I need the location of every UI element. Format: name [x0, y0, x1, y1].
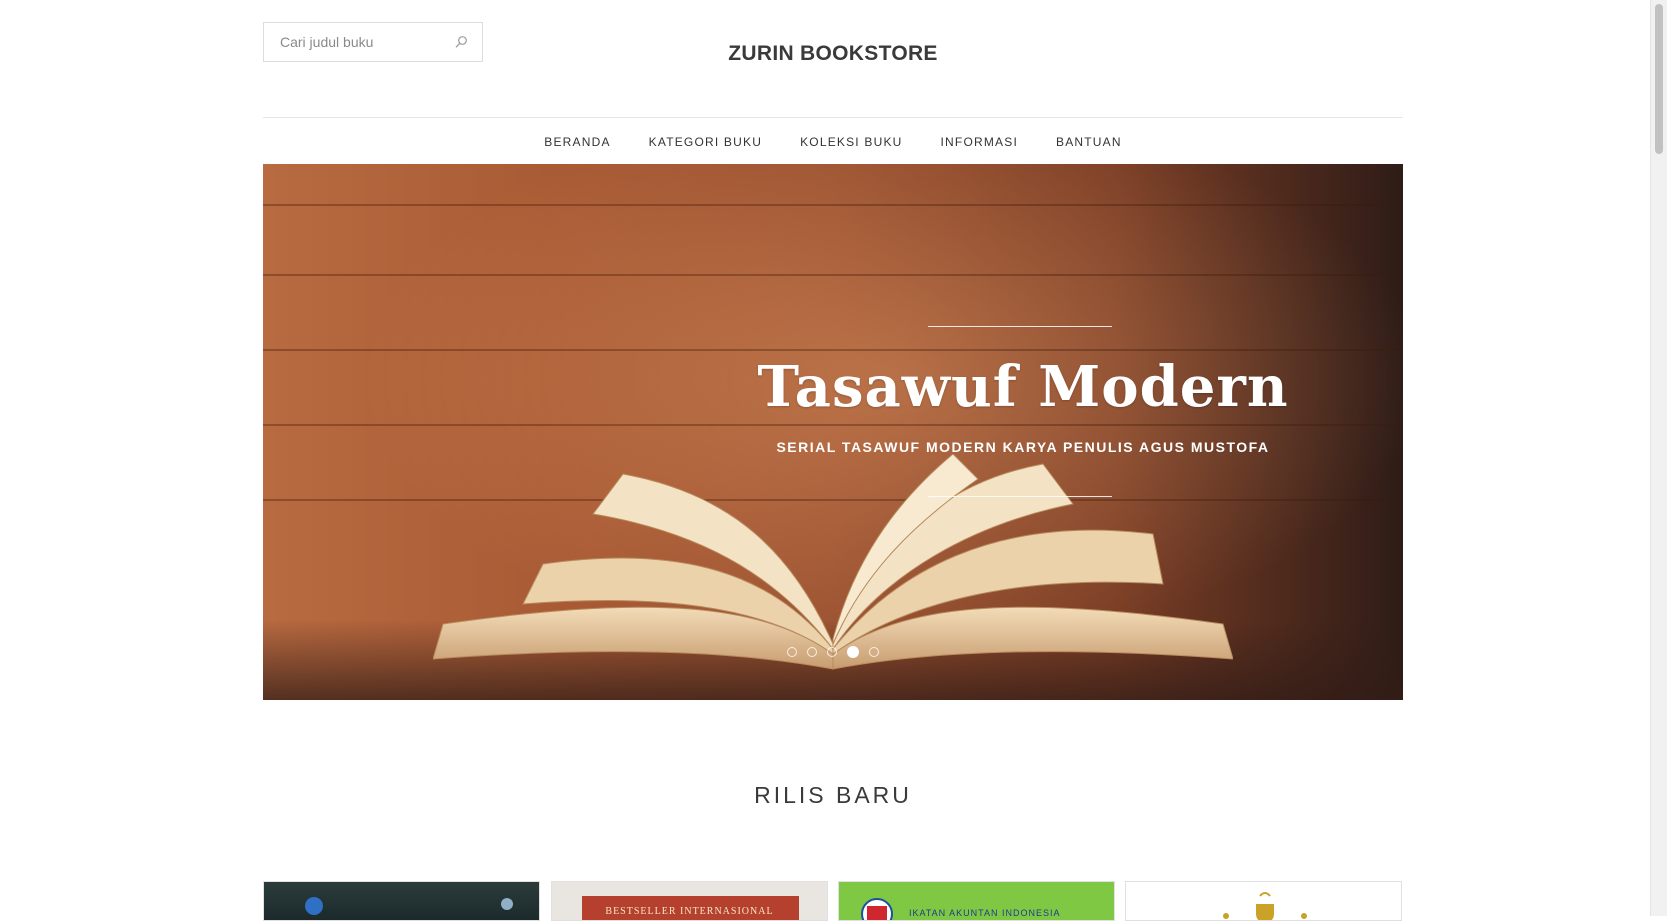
vertical-scrollbar[interactable] [1650, 0, 1667, 916]
slider-dot-4-active[interactable] [847, 646, 859, 658]
wood-plank-line [263, 349, 1403, 351]
main-nav: BERANDA KATEGORI BUKU KOLEKSI BUKU INFOR… [263, 117, 1403, 165]
book-card-3[interactable]: IKATAN AKUNTAN INDONESIA [838, 881, 1115, 921]
nav-item-kategori-buku[interactable]: KATEGORI BUKU [630, 135, 781, 149]
book-cover-2-text: BESTSELLER INTERNASIONAL [605, 906, 774, 917]
nav-item-informasi[interactable]: INFORMASI [922, 135, 1037, 149]
scrollbar-thumb[interactable] [1655, 4, 1663, 154]
open-book-image [433, 454, 1233, 670]
nav-item-bantuan[interactable]: BANTUAN [1037, 135, 1141, 149]
nav-item-beranda[interactable]: BERANDA [525, 135, 629, 149]
hero-divider-top [928, 326, 1112, 327]
hero-slider[interactable]: Tasawuf Modern SERIAL TASAWUF MODERN KAR… [263, 164, 1403, 700]
wood-plank-line [263, 204, 1403, 206]
wood-plank-line [263, 424, 1403, 426]
new-releases-grid: BESTSELLER INTERNASIONAL IKATAN AKUNTAN … [263, 881, 1403, 921]
slider-dot-3[interactable] [827, 647, 837, 657]
wood-plank-line [263, 274, 1403, 276]
book-card-2[interactable]: BESTSELLER INTERNASIONAL [551, 881, 828, 921]
slider-dot-1[interactable] [787, 647, 797, 657]
slider-dot-2[interactable] [807, 647, 817, 657]
book-card-4[interactable] [1125, 881, 1402, 921]
hero-title: Tasawuf Modern [757, 354, 1289, 420]
book-cover-3-text: IKATAN AKUNTAN INDONESIA [909, 908, 1061, 918]
nav-item-koleksi-buku[interactable]: KOLEKSI BUKU [781, 135, 921, 149]
slider-dot-5[interactable] [869, 647, 879, 657]
site-title[interactable]: ZURIN BOOKSTORE [263, 42, 1403, 66]
hero-subtitle: SERIAL TASAWUF MODERN KARYA PENULIS AGUS… [776, 439, 1270, 455]
section-title-rilis-baru: RILIS BARU [754, 782, 912, 808]
slider-pagination [263, 646, 1403, 658]
book-cover-1 [305, 897, 513, 915]
book-cover-4 [1223, 892, 1307, 920]
hero-divider-bottom [928, 496, 1112, 497]
book-card-1[interactable] [263, 881, 540, 921]
